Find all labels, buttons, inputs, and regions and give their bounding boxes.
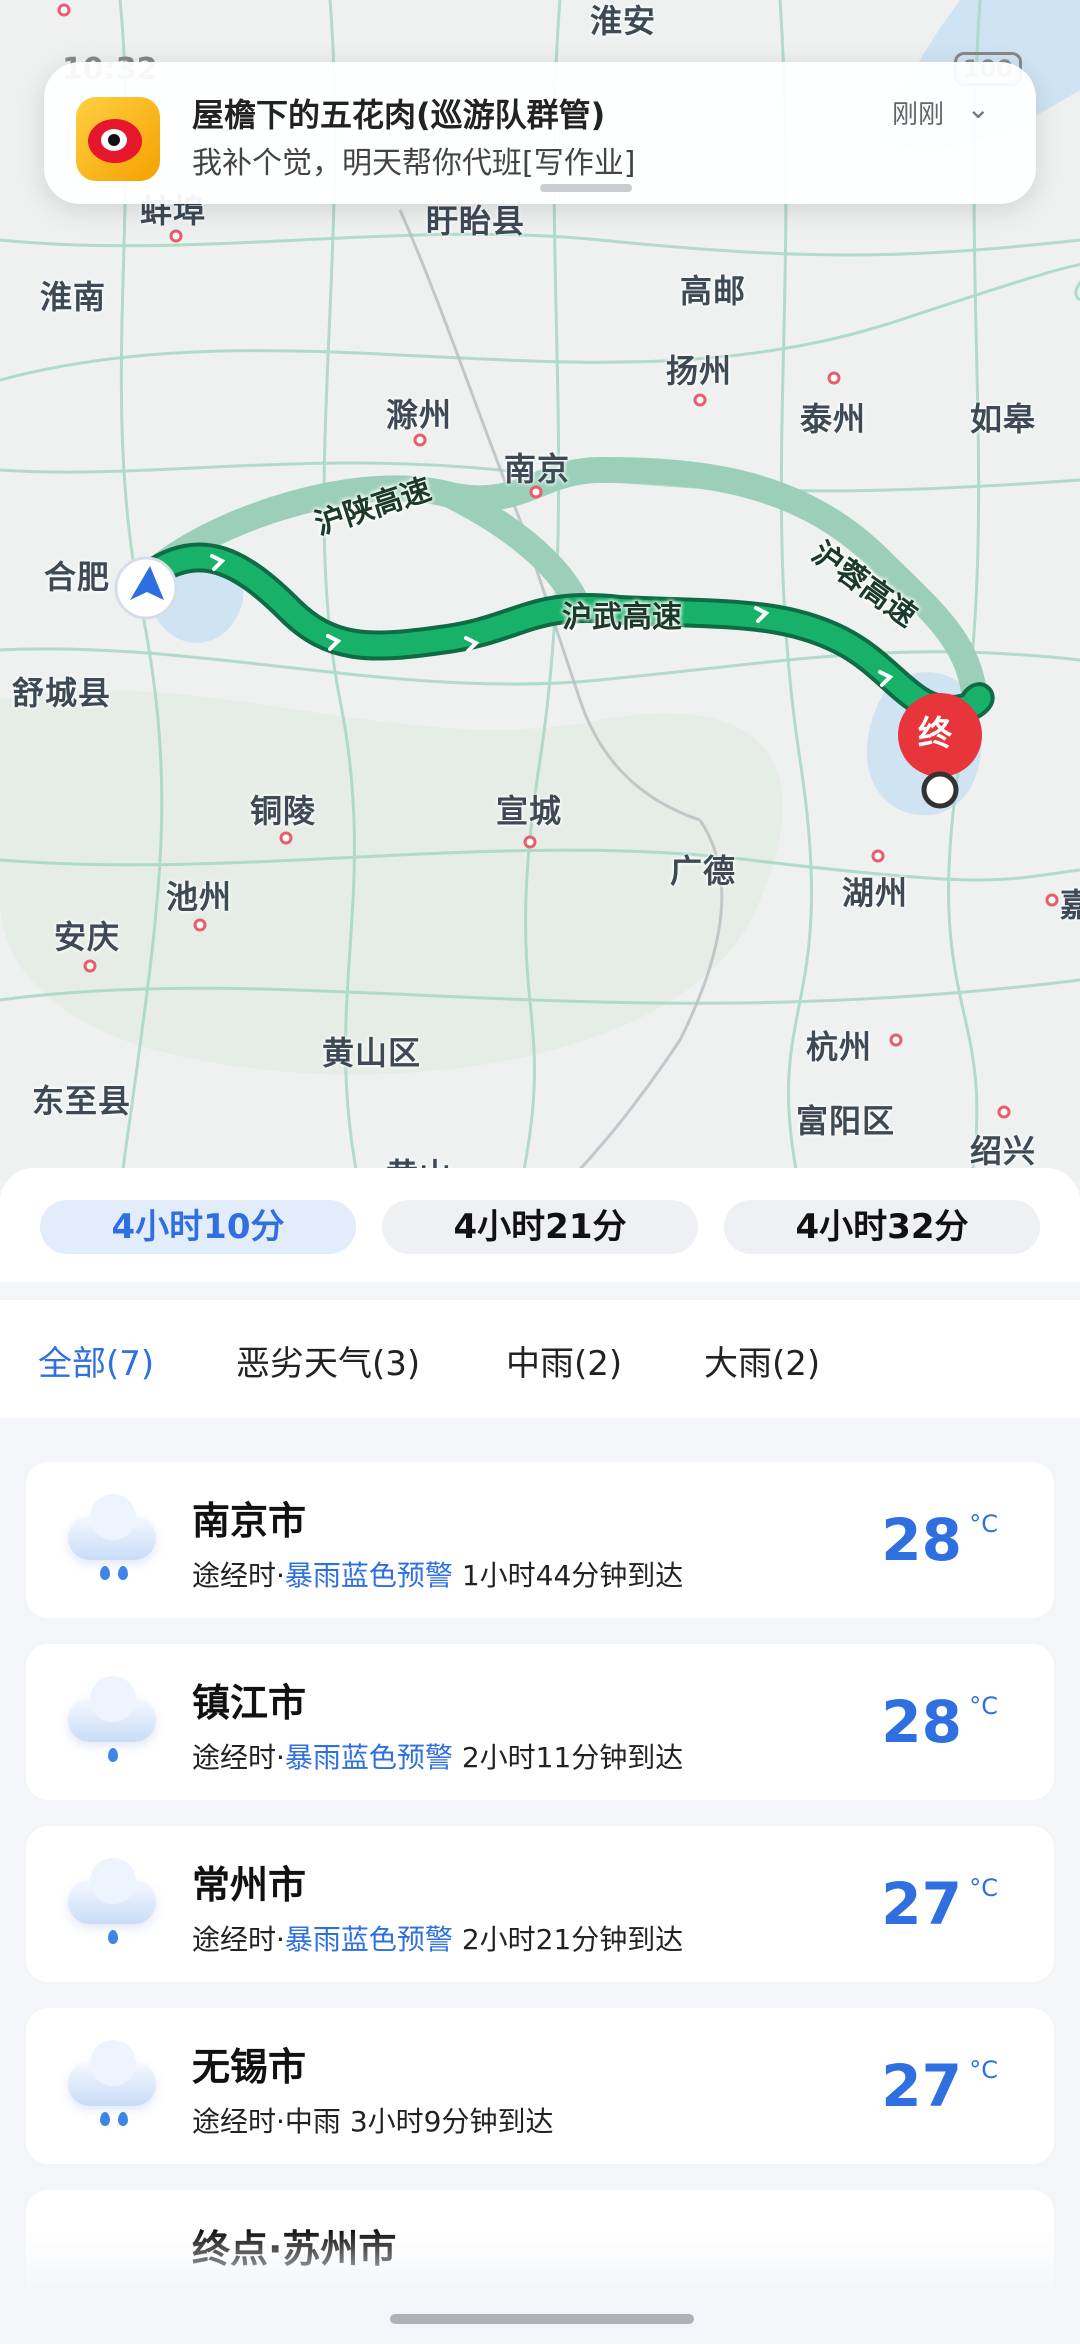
rain-cloud-icon: [64, 2040, 160, 2126]
rain-cloud-icon: [64, 1676, 160, 1762]
city-label: 绍兴: [970, 1132, 1037, 1170]
chevron-down-icon[interactable]: ⌄: [967, 92, 990, 125]
city-label: 如皋: [970, 400, 1037, 438]
bottom-fade: [0, 2230, 1080, 2344]
weather-sheet: 4小时10分 4小时21分 4小时32分 全部(7) 恶劣天气(3) 中雨(2)…: [0, 1168, 1080, 2344]
weather-warning: 暴雨蓝色预警: [284, 1559, 453, 1592]
city-label: 铜陵: [250, 792, 317, 830]
pass-info: 途经时·暴雨蓝色预警 2小时11分钟到达: [192, 1741, 684, 1774]
temperature-unit: °C: [969, 2056, 998, 2084]
start-location-icon: [116, 558, 176, 618]
weather-warning: 暴雨蓝色预警: [284, 1923, 453, 1956]
temperature: 28: [881, 1688, 962, 1756]
city-label: 南京: [504, 450, 571, 488]
city-label: 湖州: [842, 874, 909, 912]
city-label: 杭州: [806, 1028, 873, 1066]
weather-card[interactable]: 镇江市 途经时·暴雨蓝色预警 2小时11分钟到达 28 °C: [26, 1644, 1054, 1800]
city-label: 淮安: [590, 2, 657, 40]
notification-title: 屋檐下的五花肉(巡游队群管): [192, 96, 606, 134]
notification-banner[interactable]: 屋檐下的五花肉(巡游队群管) 我补个觉，明天帮你代班[写作业] 刚刚 ⌄: [44, 62, 1036, 204]
weather-warning: 暴雨蓝色预警: [284, 1741, 453, 1774]
weather-card[interactable]: 常州市 途经时·暴雨蓝色预警 2小时21分钟到达 27 °C: [26, 1826, 1054, 1982]
filter-heavy-rain[interactable]: 大雨(2): [704, 1336, 820, 1385]
rain-cloud-icon: [64, 1494, 160, 1580]
route-options: 4小时10分 4小时21分 4小时32分: [0, 1168, 1080, 1282]
road-label: 沪武高速: [562, 600, 682, 635]
weather-filter-tabs: 全部(7) 恶劣天气(3) 中雨(2) 大雨(2): [0, 1300, 1080, 1418]
city-label: 池州: [166, 878, 233, 916]
city-label: 宣城: [496, 792, 563, 830]
pass-info: 途经时·暴雨蓝色预警 2小时21分钟到达: [192, 1923, 684, 1956]
pass-info: 途经时·暴雨蓝色预警 1小时44分钟到达: [192, 1559, 684, 1592]
drag-handle[interactable]: [540, 184, 632, 192]
notification-time: 刚刚: [891, 100, 944, 130]
city-label: 泰州: [800, 400, 867, 438]
city-label: 高邮: [680, 272, 747, 310]
city-label: 滁州: [386, 396, 453, 434]
temperature: 27: [881, 2052, 962, 2120]
weather-card[interactable]: 南京市 途经时·暴雨蓝色预警 1小时44分钟到达 28 °C: [26, 1462, 1054, 1618]
temperature: 27: [881, 1870, 962, 1938]
city-name: 南京市: [192, 1499, 307, 1543]
weibo-icon: [76, 97, 202, 181]
city-name: 常州市: [192, 1863, 307, 1907]
home-indicator[interactable]: [390, 2314, 694, 2324]
city-label: 嘉: [1060, 886, 1080, 924]
weather-condition: 中雨: [284, 2105, 341, 2138]
filter-moderate-rain[interactable]: 中雨(2): [506, 1336, 622, 1385]
temperature-unit: °C: [969, 1692, 998, 1720]
route-option-3[interactable]: 4小时32分: [724, 1200, 1040, 1254]
city-label: 广德: [670, 852, 737, 890]
temperature: 28: [881, 1506, 962, 1574]
destination-pin-icon[interactable]: [898, 690, 982, 810]
notification-message: 我补个觉，明天帮你代班[写作业]: [192, 146, 636, 181]
weather-card[interactable]: 无锡市 途经时·中雨 3小时9分钟到达 27 °C: [26, 2008, 1054, 2164]
route-option-2[interactable]: 4小时21分: [382, 1200, 698, 1254]
city-label: 扬州: [666, 352, 733, 390]
city-name: 镇江市: [192, 1681, 307, 1725]
pass-info: 途经时·中雨 3小时9分钟到达: [192, 2105, 554, 2138]
temperature-unit: °C: [969, 1874, 998, 1902]
filter-all[interactable]: 全部(7): [38, 1336, 154, 1385]
route-option-1[interactable]: 4小时10分: [40, 1200, 356, 1254]
city-label: 淮南: [40, 278, 107, 316]
temperature-unit: °C: [969, 1510, 998, 1538]
city-label: 安庆: [54, 918, 121, 956]
city-label: 舒城县: [12, 674, 112, 712]
city-label: 富阳区: [796, 1102, 896, 1140]
city-label: 黄山区: [322, 1034, 422, 1072]
city-name: 无锡市: [192, 2045, 307, 2089]
city-label: 合肥: [44, 558, 111, 596]
filter-severe-weather[interactable]: 恶劣天气(3): [236, 1336, 420, 1385]
rain-cloud-icon: [64, 1858, 160, 1944]
city-label: 东至县: [32, 1082, 132, 1120]
